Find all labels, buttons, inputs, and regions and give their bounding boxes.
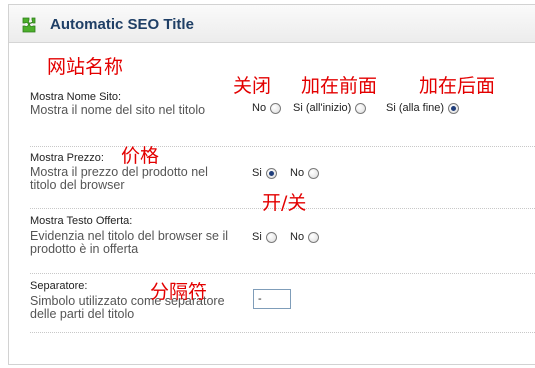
option-si[interactable]: Si (252, 231, 277, 243)
puzzle-piece-icon (22, 17, 36, 33)
setting-title: Separatore: (30, 280, 88, 292)
option-si[interactable]: Si (252, 167, 277, 179)
option-label: Si (252, 167, 262, 179)
setting-description: Mostra il prezzo del prodotto nel titolo… (30, 165, 208, 192)
radio-si[interactable] (265, 231, 277, 243)
setting-row-offer: Mostra Testo Offerta: Evidenzia nel tito… (30, 208, 535, 274)
panel-header: Automatic SEO Title (9, 5, 535, 43)
panel-title: Automatic SEO Title (50, 16, 194, 33)
annotation-price: 价格 (121, 145, 160, 167)
annotation-site-name: 网站名称 (47, 56, 124, 78)
setting-title: Mostra Prezzo: (30, 152, 104, 164)
option-yes-end[interactable]: Si (alla fine) (386, 102, 460, 114)
annotation-on-off: 开/关 (262, 192, 307, 214)
annotation-separator: 分隔符 (150, 281, 208, 303)
annotation-off: 关闭 (233, 75, 272, 97)
option-label: Si (all'inizio) (293, 102, 352, 114)
radio-no[interactable] (270, 102, 282, 114)
radio-no[interactable] (308, 167, 320, 179)
option-no[interactable]: No (290, 231, 320, 243)
option-label: Si (alla fine) (386, 102, 445, 114)
option-label: Si (252, 231, 262, 243)
setting-title: Mostra Nome Sito: (30, 91, 122, 103)
radio-yes-end[interactable] (448, 102, 460, 114)
option-label: No (290, 167, 305, 179)
option-no[interactable]: No (252, 102, 282, 114)
option-label: No (290, 231, 305, 243)
radio-yes-start[interactable] (355, 102, 367, 114)
setting-description: Mostra il nome del sito nel titolo (30, 103, 206, 117)
annotation-add-front: 加在前面 (301, 75, 378, 97)
setting-description: Evidenzia nel titolo del browser se il p… (30, 229, 229, 256)
option-label: No (252, 102, 267, 114)
separator-input[interactable] (253, 289, 291, 309)
setting-row-separator: Separatore: Simbolo utilizzato come sepa… (30, 273, 535, 333)
setting-title: Mostra Testo Offerta: (30, 215, 133, 227)
option-yes-start[interactable]: Si (all'inizio) (293, 102, 367, 114)
radio-no[interactable] (308, 231, 320, 243)
radio-si[interactable] (265, 167, 277, 179)
option-no[interactable]: No (290, 167, 320, 179)
annotation-add-back: 加在后面 (419, 75, 496, 97)
